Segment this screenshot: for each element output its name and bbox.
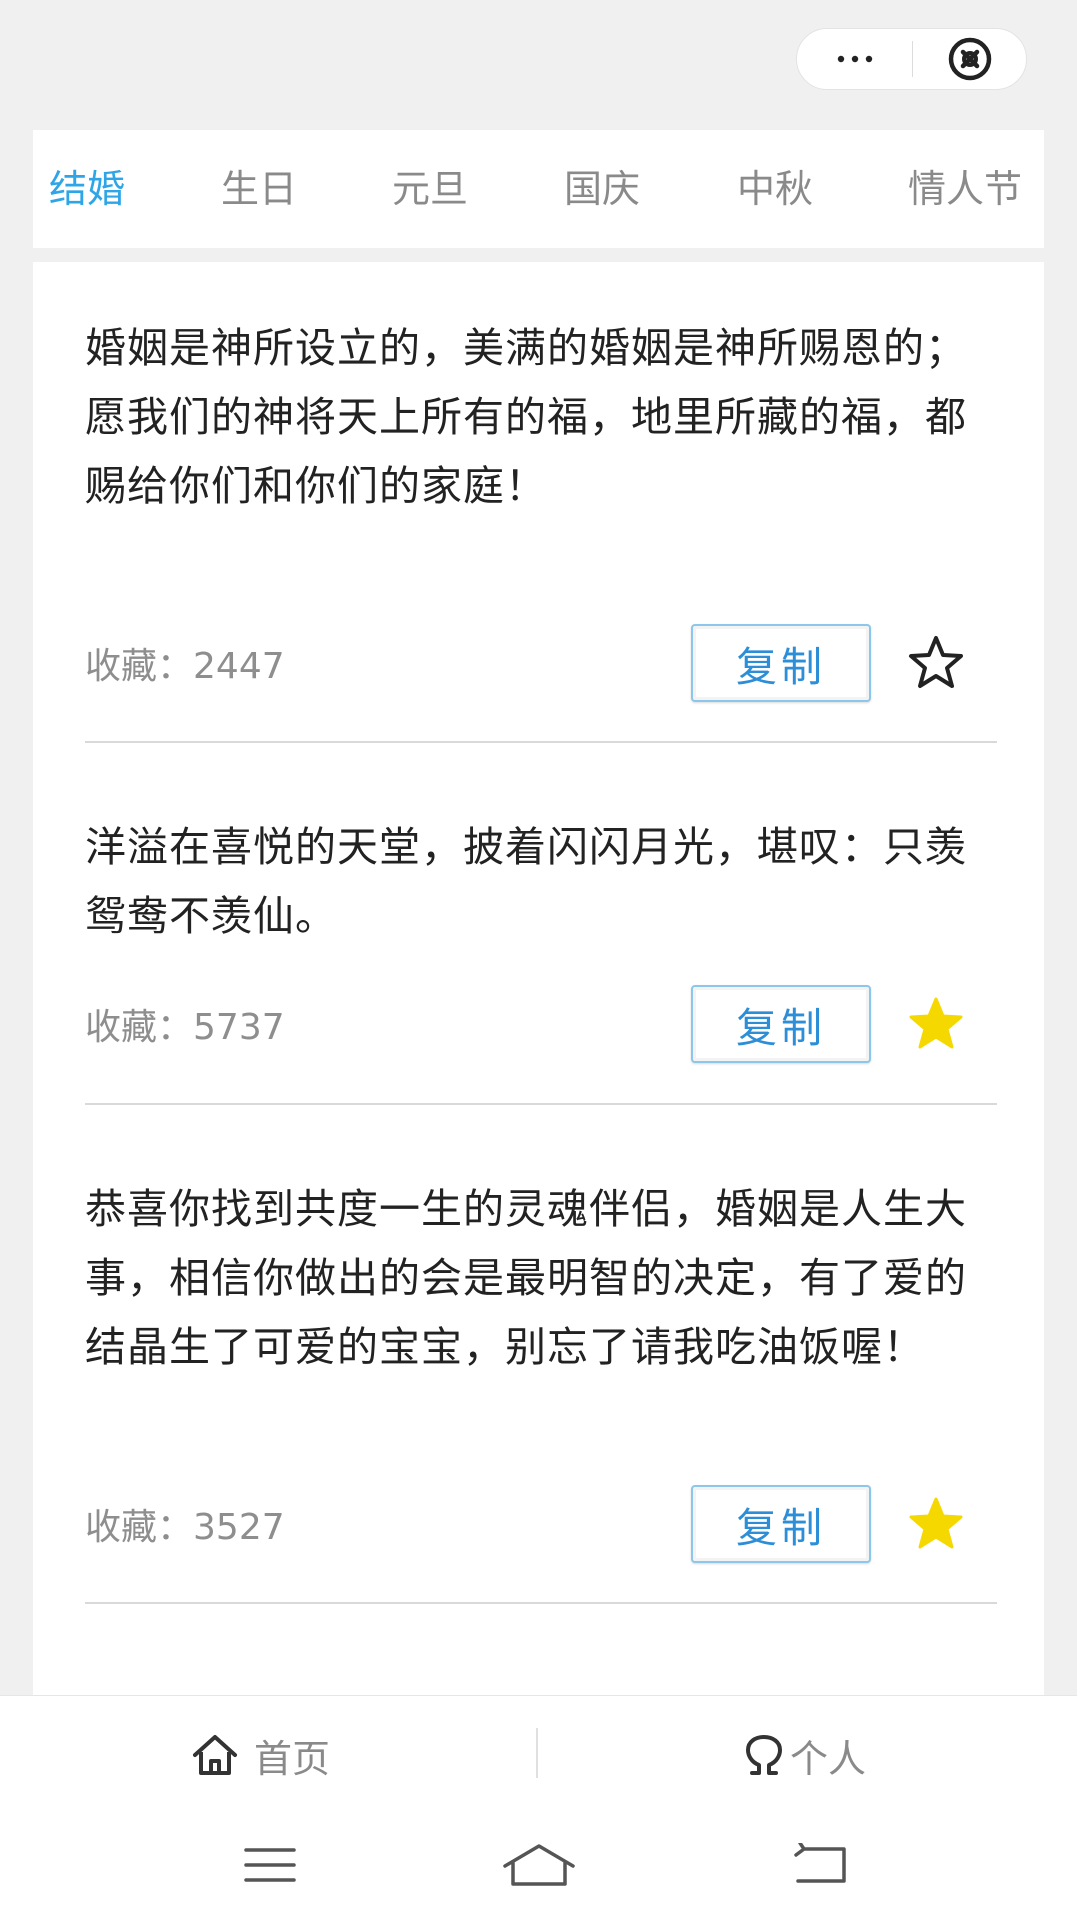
greeting-list: 婚姻是神所设立的，美满的婚姻是神所赐恩的；愿我们的神将天上所有的福，地里所藏的福…	[33, 262, 1044, 1695]
tab-profile-label: 个人	[790, 1736, 867, 1781]
home-nav-icon	[503, 1844, 575, 1886]
favorite-count: 收藏：2447	[85, 646, 285, 687]
item-footer: 收藏：3527 复制	[85, 1475, 997, 1575]
capsule-menu	[796, 28, 1027, 90]
tab-wedding[interactable]: 结婚	[49, 130, 125, 248]
copy-button[interactable]: 复制	[691, 624, 871, 702]
favorite-count: 收藏：5737	[85, 1007, 285, 1048]
tab-home-label: 首页	[254, 1736, 331, 1781]
tab-national-day[interactable]: 国庆	[564, 130, 640, 248]
back-icon	[794, 1843, 846, 1883]
back-button[interactable]	[781, 1833, 861, 1897]
more-dots-icon	[837, 55, 872, 63]
tab-mid-autumn[interactable]: 中秋	[737, 130, 813, 248]
item-footer: 收藏：2447 复制	[85, 614, 997, 714]
copy-button[interactable]: 复制	[691, 985, 871, 1063]
star-filled-icon[interactable]	[906, 1494, 966, 1554]
more-button[interactable]	[797, 29, 912, 89]
favorite-count: 收藏：3527	[85, 1507, 285, 1548]
star-outline-icon[interactable]	[906, 633, 966, 693]
item-divider	[85, 1103, 997, 1105]
item-divider	[85, 741, 997, 743]
category-tabs: 结婚 生日 元旦 国庆 中秋 情人节	[33, 130, 1044, 248]
tab-home[interactable]: 首页	[190, 1696, 330, 1814]
home-nav-button[interactable]	[499, 1833, 579, 1897]
tab-new-year[interactable]: 元旦	[392, 130, 468, 248]
item-divider	[85, 1602, 997, 1604]
menu-icon	[244, 1848, 296, 1882]
copy-button[interactable]: 复制	[691, 1485, 871, 1563]
close-button[interactable]	[913, 29, 1027, 89]
greeting-text: 恭喜你找到共度一生的灵魂伴侣，婚姻是人生大事，相信你做出的会是最明智的决定，有了…	[85, 1185, 967, 1371]
star-filled-icon[interactable]	[906, 994, 966, 1054]
item-footer: 收藏：5737 复制	[85, 975, 997, 1075]
list-item: 婚姻是神所设立的，美满的婚姻是神所赐恩的；愿我们的神将天上所有的福，地里所藏的福…	[85, 314, 997, 521]
greeting-text: 婚姻是神所设立的，美满的婚姻是神所赐恩的；愿我们的神将天上所有的福，地里所藏的福…	[85, 324, 967, 510]
tab-bar-divider	[536, 1728, 538, 1778]
menu-button[interactable]	[230, 1833, 310, 1897]
tab-profile[interactable]: 个人	[742, 1696, 866, 1814]
profile-icon	[746, 1735, 782, 1775]
bottom-tab-bar: 首页 个人	[0, 1695, 1077, 1814]
tab-valentines[interactable]: 情人节	[908, 130, 1022, 248]
system-nav-bar	[0, 1813, 1077, 1917]
close-circle-icon	[948, 37, 992, 81]
greeting-text: 洋溢在喜悦的天堂，披着闪闪月光，堪叹：只羡鸳鸯不羡仙。	[85, 823, 967, 940]
list-item: 洋溢在喜悦的天堂，披着闪闪月光，堪叹：只羡鸳鸯不羡仙。	[85, 813, 997, 951]
home-icon	[193, 1735, 237, 1775]
tab-birthday[interactable]: 生日	[221, 130, 297, 248]
list-item: 恭喜你找到共度一生的灵魂伴侣，婚姻是人生大事，相信你做出的会是最明智的决定，有了…	[85, 1175, 997, 1382]
